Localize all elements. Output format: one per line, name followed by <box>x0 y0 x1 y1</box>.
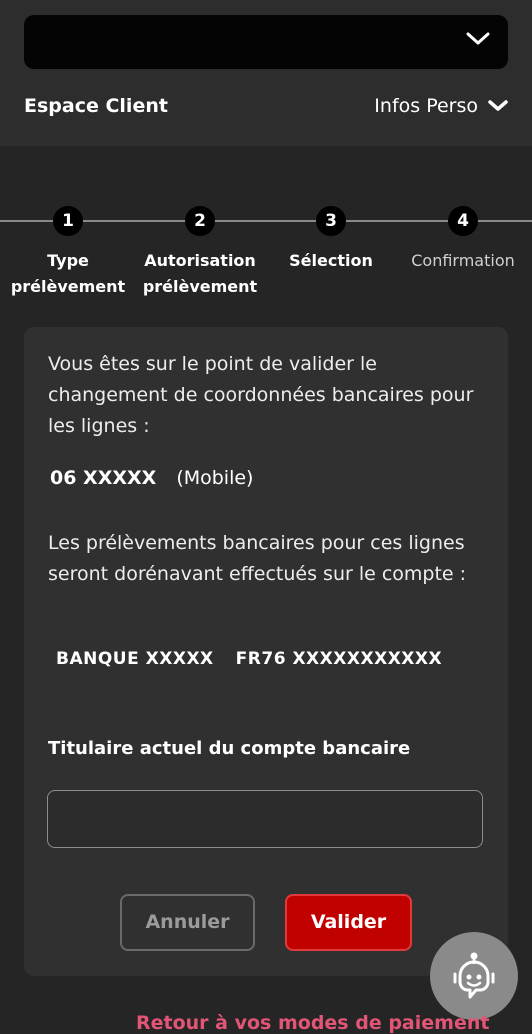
step-number: 2 <box>185 206 215 236</box>
step-number: 1 <box>53 206 83 236</box>
step-label: Confirmation <box>411 251 515 270</box>
cancel-button[interactable]: Annuler <box>120 894 255 951</box>
infos-perso-menu[interactable]: Infos Perso <box>374 95 508 117</box>
step-1: 1 Type prélèvement <box>0 206 138 300</box>
step-label: Type prélèvement <box>10 251 126 296</box>
line-type: (Mobile) <box>176 467 254 489</box>
step-label: Sélection <box>289 251 373 270</box>
validate-button[interactable]: Valider <box>285 894 412 951</box>
step-number: 3 <box>316 206 346 236</box>
step-number: 4 <box>448 206 478 236</box>
confirmation-card: Vous êtes sur le point de valider le cha… <box>24 327 508 976</box>
chevron-down-icon <box>466 31 490 50</box>
bank-name: BANQUE XXXXX <box>56 649 214 669</box>
infos-perso-label: Infos Perso <box>374 95 478 117</box>
line-number: 06 XXXXX <box>50 467 157 489</box>
holder-field[interactable] <box>47 790 483 848</box>
retour-link[interactable]: Retour à vos modes de paiement <box>136 1012 489 1034</box>
step-2: 2 Autorisation prélèvement <box>130 206 270 300</box>
header: Espace Client Infos Perso <box>0 0 532 146</box>
chatbot-button[interactable] <box>430 932 518 1020</box>
chevron-down-icon <box>488 95 508 117</box>
intro-text: Vous êtes sur le point de valider le cha… <box>48 353 474 437</box>
chatbot-icon <box>453 952 495 999</box>
step-label: Autorisation prélèvement <box>142 251 258 296</box>
info-text: Les prélèvements bancaires pour ces lign… <box>48 532 467 585</box>
line-info: 06 XXXXX (Mobile) <box>50 467 253 489</box>
holder-label: Titulaire actuel du compte bancaire <box>48 738 411 759</box>
stepper: 1 Type prélèvement 2 Autorisation prélèv… <box>0 200 532 310</box>
bank-info: BANQUE XXXXX FR76 XXXXXXXXXXX <box>56 649 442 669</box>
iban: FR76 XXXXXXXXXXX <box>235 649 443 669</box>
step-4: 4 Confirmation <box>393 206 532 274</box>
step-3: 3 Sélection <box>261 206 401 274</box>
espace-client-title[interactable]: Espace Client <box>24 95 168 117</box>
top-select[interactable] <box>24 15 508 69</box>
